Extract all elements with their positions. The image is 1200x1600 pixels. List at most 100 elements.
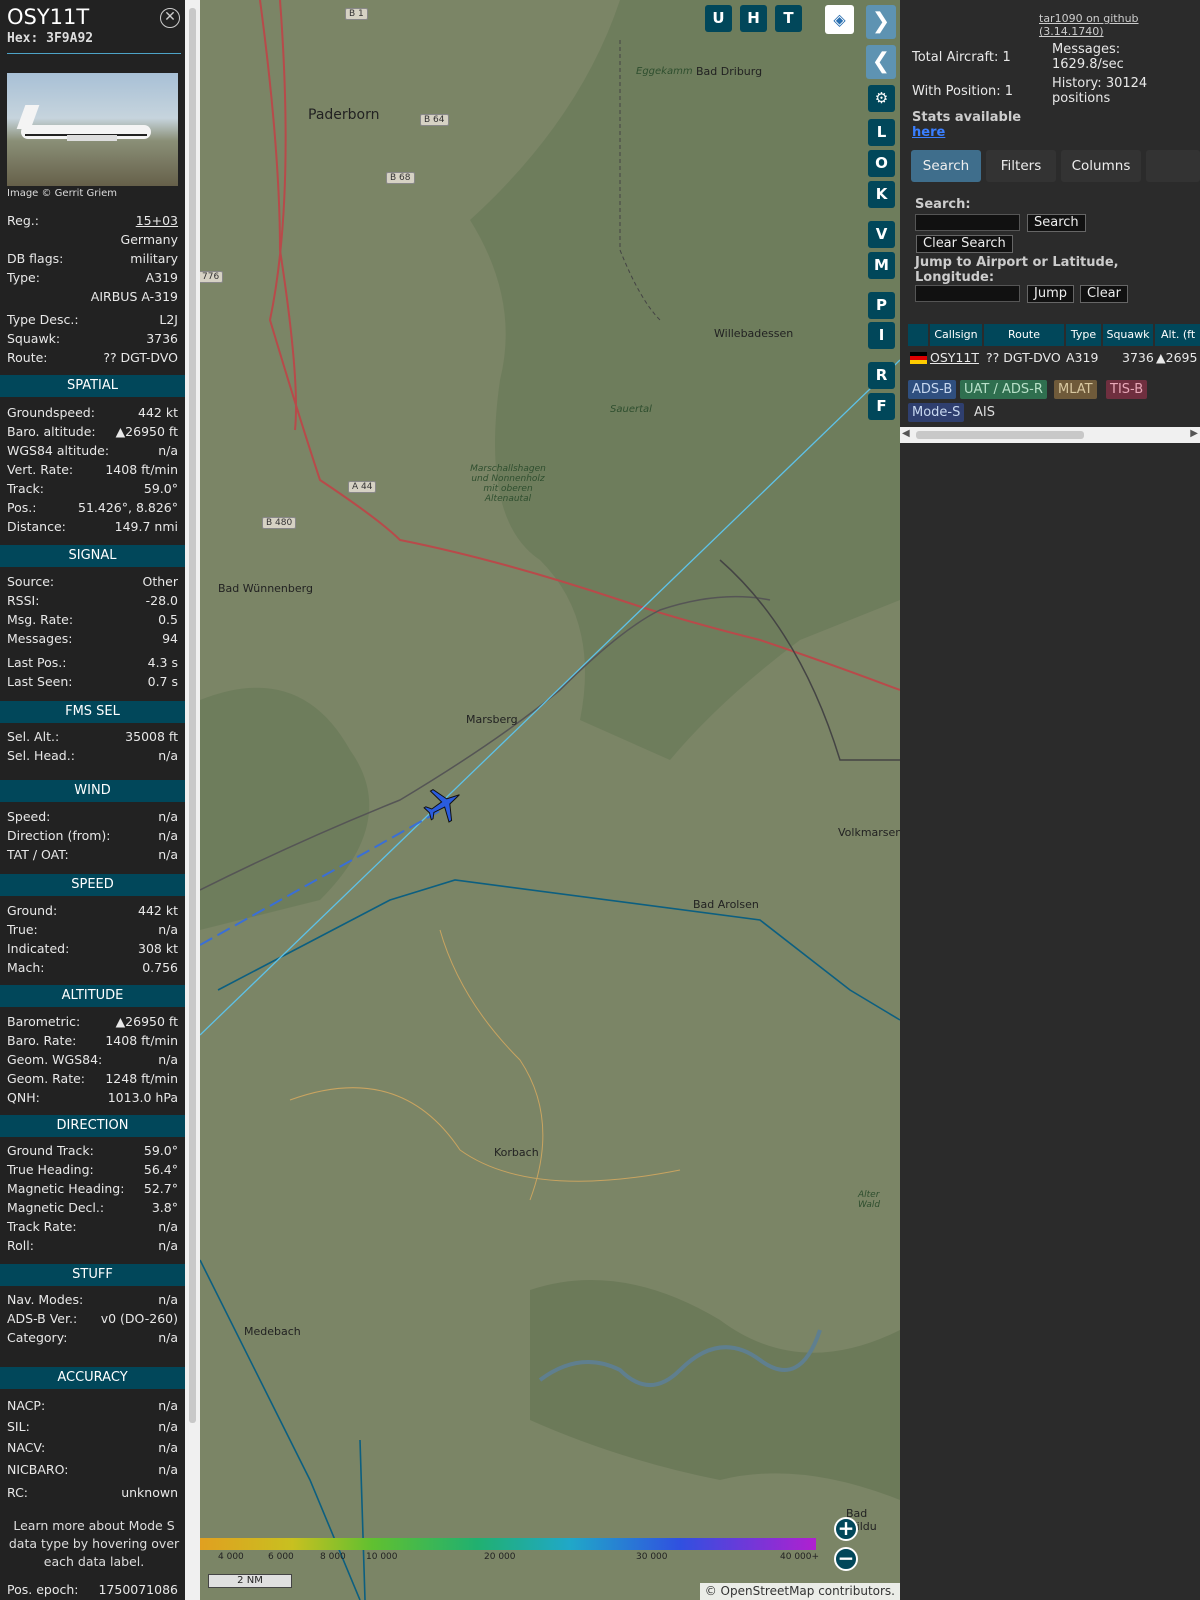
info-value[interactable]: 15+03 — [136, 212, 178, 230]
info-label[interactable]: Messages: — [7, 630, 73, 648]
table-horizontal-scrollbar[interactable]: ◀ ▶ — [900, 427, 1200, 443]
info-label[interactable]: Geom. Rate: — [7, 1070, 85, 1088]
info-label[interactable]: Direction (from): — [7, 827, 111, 845]
info-label[interactable]: True: — [7, 921, 38, 939]
info-label[interactable]: Speed: — [7, 808, 50, 826]
info-label[interactable]: Ground Track: — [7, 1142, 94, 1160]
hex-code: Hex: 3F9A92 — [7, 31, 93, 46]
info-label[interactable]: NICBARO: — [7, 1461, 68, 1479]
toggle-p-button[interactable]: P — [868, 292, 895, 319]
column-header-altitude[interactable]: Alt. (ft — [1155, 324, 1200, 346]
info-label[interactable]: Track: — [7, 480, 44, 498]
info-label[interactable]: RC: — [7, 1484, 28, 1502]
column-header-callsign[interactable]: Callsign — [930, 324, 982, 346]
toggle-r-button[interactable]: R — [868, 362, 895, 389]
toggle-k-button[interactable]: K — [868, 181, 895, 208]
info-label[interactable]: ADS-B Ver.: — [7, 1310, 77, 1328]
clear-button[interactable]: Clear — [1080, 285, 1128, 303]
column-header-type[interactable]: Type — [1066, 324, 1101, 346]
info-label[interactable]: Groundspeed: — [7, 404, 95, 422]
toggle-v-button[interactable]: V — [868, 221, 895, 248]
info-label[interactable]: Magnetic Heading: — [7, 1180, 124, 1198]
scrollbar-thumb[interactable] — [189, 8, 196, 1423]
close-icon[interactable]: ✕ — [160, 8, 180, 28]
toggle-t-button[interactable]: T — [775, 5, 802, 32]
column-header-route[interactable]: Route — [984, 324, 1064, 346]
clear-search-button[interactable]: Clear Search — [916, 235, 1013, 253]
info-label[interactable]: TAT / OAT: — [7, 846, 69, 864]
chevron-right-icon[interactable]: ❯ — [866, 5, 896, 39]
section-header: FMS SEL — [0, 701, 185, 723]
info-label[interactable]: Track Rate: — [7, 1218, 77, 1236]
toggle-h-button[interactable]: H — [740, 5, 767, 32]
scroll-left-icon[interactable]: ◀ — [902, 428, 910, 439]
scroll-right-icon[interactable]: ▶ — [1190, 428, 1198, 439]
toggle-f-button[interactable]: F — [868, 393, 895, 420]
info-label[interactable]: Ground: — [7, 902, 57, 920]
info-label[interactable]: Source: — [7, 573, 54, 591]
info-label[interactable]: QNH: — [7, 1089, 40, 1107]
github-link[interactable]: tar1090 on github (3.14.1740) — [1039, 12, 1200, 38]
info-value: 59.0° — [143, 1143, 178, 1158]
place-label: Volkmarsen — [838, 826, 900, 839]
info-value: n/a — [158, 847, 178, 862]
tab-filters[interactable]: Filters — [986, 150, 1056, 182]
info-value: 0.5 — [158, 612, 178, 627]
info-label[interactable]: Nav. Modes: — [7, 1291, 83, 1309]
map-attribution[interactable]: © OpenStreetMap contributors. — [699, 1583, 900, 1600]
info-label[interactable]: NACP: — [7, 1397, 45, 1415]
info-label[interactable]: Category: — [7, 1329, 67, 1347]
info-label[interactable]: SIL: — [7, 1418, 30, 1436]
zoom-in-button[interactable]: + — [834, 1517, 858, 1541]
gear-icon[interactable]: ⚙ — [868, 85, 895, 112]
tab-columns[interactable]: Columns — [1061, 150, 1141, 182]
info-value: n/a — [158, 1440, 178, 1455]
map-view[interactable]: Paderborn Bad Driburg Willebadessen Bad … — [200, 0, 900, 1600]
column-header-squawk[interactable]: Squawk — [1103, 324, 1153, 346]
jump-button[interactable]: Jump — [1027, 285, 1074, 303]
info-label[interactable]: Baro. Rate: — [7, 1032, 76, 1050]
aircraft-photo[interactable] — [7, 73, 178, 186]
zoom-out-button[interactable]: − — [834, 1547, 858, 1571]
column-header-flag[interactable] — [908, 324, 928, 346]
layers-icon[interactable]: ◈ — [825, 5, 854, 34]
left-panel-scrollbar[interactable] — [185, 0, 200, 1600]
hscroll-thumb[interactable] — [916, 431, 1084, 439]
stats-link[interactable]: here — [912, 125, 945, 140]
info-row: Track: 59.0° — [7, 480, 178, 498]
info-label[interactable]: Sel. Alt.: — [7, 728, 59, 746]
tab-search[interactable]: Search — [911, 150, 981, 182]
info-value: 3.8° — [151, 1200, 178, 1215]
map-svg — [200, 0, 900, 1600]
info-label[interactable]: Indicated: — [7, 940, 69, 958]
toggle-m-button[interactable]: M — [868, 252, 895, 279]
chevron-left-icon[interactable]: ❮ — [866, 45, 896, 79]
info-label[interactable]: Baro. altitude: — [7, 423, 96, 441]
toggle-l-button[interactable]: L — [868, 119, 895, 146]
info-label[interactable]: Geom. WGS84: — [7, 1051, 102, 1069]
info-label[interactable]: WGS84 altitude: — [7, 442, 109, 460]
info-label[interactable]: Pos.: — [7, 499, 36, 517]
tab-extra[interactable] — [1146, 150, 1200, 182]
search-input[interactable] — [915, 214, 1020, 231]
info-label[interactable]: Sel. Head.: — [7, 747, 75, 765]
info-label[interactable]: Distance: — [7, 518, 66, 536]
info-label[interactable]: Vert. Rate: — [7, 461, 73, 479]
info-label[interactable]: NACV: — [7, 1439, 45, 1457]
toggle-i-button[interactable]: I — [868, 322, 895, 349]
info-label[interactable]: True Heading: — [7, 1161, 94, 1179]
info-label[interactable]: Last Seen: — [7, 673, 72, 691]
jump-input[interactable] — [915, 285, 1020, 302]
info-label[interactable]: Magnetic Decl.: — [7, 1199, 104, 1217]
info-label[interactable]: Roll: — [7, 1237, 34, 1255]
toggle-o-button[interactable]: O — [868, 150, 895, 177]
info-label[interactable]: Barometric: — [7, 1013, 80, 1031]
jump-label: Jump to Airport or Latitude, Longitude: — [915, 255, 1119, 285]
row-callsign[interactable]: OSY11T — [930, 349, 979, 367]
info-label[interactable]: Last Pos.: — [7, 654, 66, 672]
toggle-u-button[interactable]: U — [705, 5, 732, 32]
search-button[interactable]: Search — [1027, 214, 1086, 232]
info-label[interactable]: Mach: — [7, 959, 44, 977]
info-label[interactable]: Msg. Rate: — [7, 611, 73, 629]
info-label[interactable]: RSSI: — [7, 592, 39, 610]
